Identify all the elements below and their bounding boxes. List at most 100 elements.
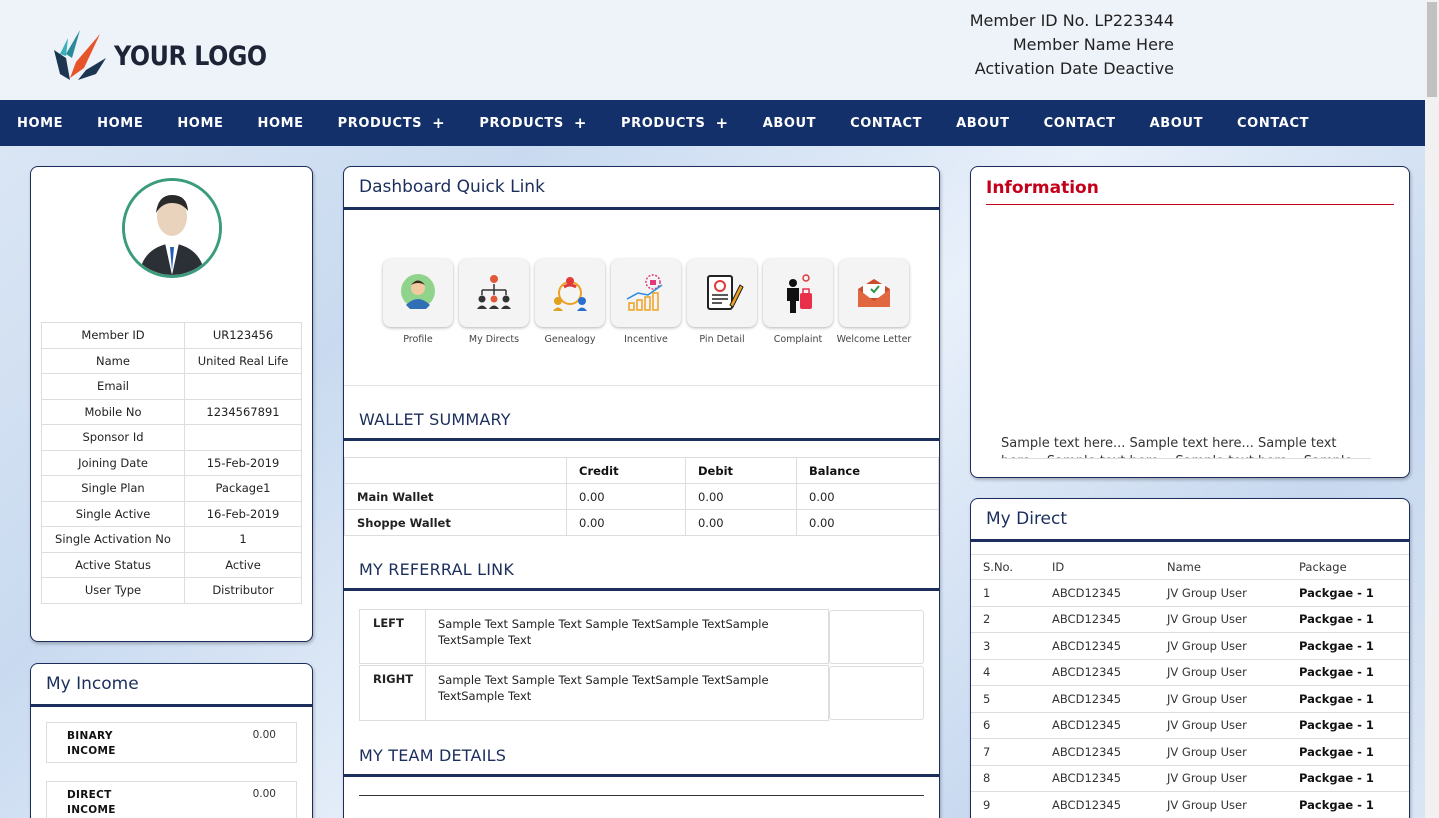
income-value: 0.00 — [252, 788, 276, 800]
nav-item-home[interactable]: HOME — [0, 100, 80, 146]
nav-item-label: HOME — [177, 115, 224, 131]
copy-left-link-button[interactable] — [829, 610, 924, 664]
profile-field-label: Single Active — [41, 500, 185, 527]
direct-cell-id: ABCD12345 — [1040, 711, 1155, 739]
referral-side-label: LEFT — [360, 610, 426, 663]
scrollbar-thumb[interactable] — [1427, 2, 1437, 97]
plus-icon[interactable]: + — [716, 114, 729, 132]
nav-item-home[interactable]: HOME — [240, 100, 320, 146]
referral-right-row: RIGHT Sample Text Sample Text Sample Tex… — [359, 665, 829, 721]
table-row: 2 ABCD12345 JV Group User Packgae - 1 — [971, 605, 1409, 633]
quick-link-label: Complaint — [773, 334, 823, 345]
profile-field-label: Active Status — [41, 551, 185, 578]
quick-link-incentive[interactable]: Incentive — [608, 259, 684, 345]
profile-row: Single Plan Package1 — [41, 475, 302, 502]
nav-item-label: HOME — [257, 115, 304, 131]
profile-row: User Type Distributor — [41, 577, 302, 604]
logo[interactable]: YOUR LOGO — [50, 28, 287, 84]
wallet-credit: 0.00 — [566, 509, 686, 536]
column-header: ID — [1040, 554, 1155, 580]
direct-cell-name: JV Group User — [1155, 764, 1287, 792]
plus-icon[interactable]: + — [432, 114, 445, 132]
column-header: S.No. — [971, 554, 1040, 580]
direct-cell-sno: 9 — [971, 791, 1040, 818]
direct-cell-pkg: Packgae - 1 — [1287, 738, 1409, 765]
referral-link-text[interactable]: Sample Text Sample Text Sample TextSampl… — [438, 672, 818, 704]
table-row: Main Wallet 0.00 0.00 0.00 — [344, 483, 939, 510]
profile-field-value: 1 — [184, 526, 302, 553]
quick-link-genealogy[interactable]: Genealogy — [532, 259, 608, 345]
page-scrollbar[interactable] — [1425, 0, 1439, 818]
profile-field-value: Package1 — [184, 475, 302, 502]
table-row: 1 ABCD12345 JV Group User Packgae - 1 — [971, 579, 1409, 606]
quick-link-label: My Directs — [468, 334, 520, 345]
avatar[interactable] — [122, 178, 222, 278]
quick-link-my-directs[interactable]: My Directs — [456, 259, 532, 345]
quick-link-pin-detail[interactable]: Pin Detail — [684, 259, 760, 345]
nav-item-label: ABOUT — [1149, 115, 1204, 131]
nav-item-products[interactable]: PRODUCTS + — [321, 100, 463, 146]
direct-cell-sno: 7 — [971, 738, 1040, 765]
nav-item-about[interactable]: ABOUT — [939, 100, 1026, 146]
nav-item-home[interactable]: HOME — [80, 100, 160, 146]
profile-field-value: United Real Life — [184, 347, 302, 374]
profile-row: Email — [41, 373, 302, 400]
genealogy-icon — [553, 277, 587, 311]
nav-item-contact[interactable]: CONTACT — [1220, 100, 1326, 146]
nav-item-label: HOME — [17, 115, 64, 131]
income-title: My Income — [31, 664, 312, 707]
direct-cell-name: JV Group User — [1155, 711, 1287, 739]
member-id-line: Member ID No. LP223344 — [969, 11, 1174, 30]
profile-field-value: Active — [184, 551, 302, 578]
profile-row: Single Active 16-Feb-2019 — [41, 500, 302, 527]
direct-cell-id: ABCD12345 — [1040, 764, 1155, 792]
nav-item-label: CONTACT — [1237, 115, 1310, 131]
direct-cell-pkg: Packgae - 1 — [1287, 632, 1409, 659]
column-header: Package — [1287, 554, 1409, 580]
quick-link-profile[interactable]: Profile — [380, 259, 456, 345]
column-header: Balance — [796, 457, 939, 484]
direct-cell-sno: 2 — [971, 605, 1040, 633]
column-header: Debit — [685, 457, 797, 484]
dashboard-card: Dashboard Quick Link Profile My Directs … — [343, 166, 940, 818]
nav-item-home[interactable]: HOME — [160, 100, 240, 146]
profile-field-label: Mobile No — [41, 398, 185, 425]
income-label: DIRECT — [67, 789, 112, 801]
nav-item-label: CONTACT — [850, 115, 923, 131]
direct-cell-sno: 3 — [971, 632, 1040, 659]
direct-cell-sno: 4 — [971, 658, 1040, 686]
profile-field-label: Single Activation No — [41, 526, 185, 553]
plus-icon[interactable]: + — [574, 114, 587, 132]
nav-item-label: PRODUCTS — [621, 115, 706, 131]
quick-link-welcome-letter[interactable]: Welcome Letter — [836, 259, 912, 345]
information-title: Information — [986, 178, 1394, 205]
information-marquee-text: Sample text here... Sample text here... … — [1001, 435, 1371, 459]
referral-link-text[interactable]: Sample Text Sample Text Sample TextSampl… — [438, 616, 818, 648]
dashboard-title: Dashboard Quick Link — [344, 167, 939, 210]
nav-item-about[interactable]: ABOUT — [746, 100, 833, 146]
profile-field-value — [184, 373, 302, 400]
nav-item-products[interactable]: PRODUCTS + — [604, 100, 746, 146]
direct-cell-name: JV Group User — [1155, 658, 1287, 686]
referral-left-row: LEFT Sample Text Sample Text Sample Text… — [359, 609, 829, 664]
nav-item-label: PRODUCTS — [479, 115, 564, 131]
direct-cell-pkg: Packgae - 1 — [1287, 658, 1409, 686]
copy-right-link-button[interactable] — [829, 666, 924, 720]
profile-row: Active Status Active — [41, 551, 302, 578]
team-details-title: MY TEAM DETAILS — [344, 722, 939, 777]
nav-item-contact[interactable]: CONTACT — [833, 100, 939, 146]
column-header — [344, 457, 567, 484]
nav-item-label: ABOUT — [762, 115, 817, 131]
wallet-table: Credit Debit Balance Main Wallet 0.00 0.… — [344, 457, 939, 536]
direct-cell-id: ABCD12345 — [1040, 791, 1155, 818]
profile-field-label: Sponsor Id — [41, 424, 185, 451]
direct-cell-id: ABCD12345 — [1040, 579, 1155, 606]
nav-item-products[interactable]: PRODUCTS + — [462, 100, 604, 146]
profile-field-value: 15-Feb-2019 — [184, 449, 302, 476]
profile-row: Sponsor Id — [41, 424, 302, 451]
direct-cell-sno: 5 — [971, 685, 1040, 712]
quick-link-complaint[interactable]: Complaint — [760, 259, 836, 345]
nav-item-contact[interactable]: CONTACT — [1027, 100, 1133, 146]
site-header: YOUR LOGO Member ID No. LP223344 Member … — [0, 0, 1425, 100]
nav-item-about[interactable]: ABOUT — [1133, 100, 1220, 146]
